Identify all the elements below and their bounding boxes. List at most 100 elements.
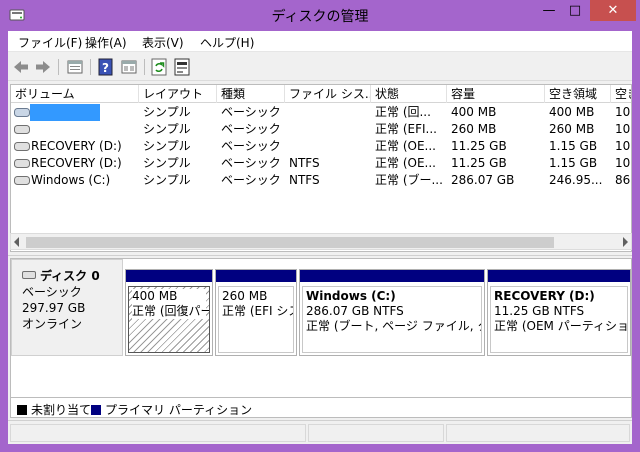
partition-efi[interactable]: 260 MB 正常 (EFI システム パーティション)	[215, 269, 297, 356]
scrollbar-thumb[interactable]	[26, 237, 554, 248]
cell-volume: RECOVERY (D:)	[31, 139, 122, 153]
cell-capacity: 400 MB	[451, 105, 497, 119]
cell-status: 正常 (OE...	[375, 156, 436, 170]
volume-icon	[14, 159, 30, 168]
toolbar-separator	[90, 59, 91, 75]
column-header-type[interactable]: 種類	[217, 85, 285, 103]
disk-state: オンライン	[22, 317, 83, 331]
forward-arrow-icon[interactable]	[34, 58, 52, 76]
partition-body: 260 MB 正常 (EFI システム パーティション)	[218, 286, 294, 353]
minimize-button[interactable]: —	[536, 0, 562, 21]
disk-0-label[interactable]: ディスク 0 ベーシック 297.97 GB オンライン	[11, 259, 123, 356]
table-row[interactable]: Windows (C:) シンプル ベーシック NTFS 正常 (ブー... 2…	[11, 172, 631, 189]
cell-filesystem: NTFS	[289, 156, 320, 170]
column-header-filesystem[interactable]: ファイル シス...	[285, 85, 371, 103]
column-header-layout[interactable]: レイアウト	[139, 85, 217, 103]
cell-capacity: 11.25 GB	[451, 139, 507, 153]
title-bar[interactable]: ディスクの管理 — □ ✕	[0, 0, 640, 31]
cell-filesystem	[285, 104, 289, 121]
cell-type: ベーシック	[221, 173, 281, 187]
table-row[interactable]: RECOVERY (D:) シンプル ベーシック 正常 (OE... 11.25…	[11, 138, 631, 155]
column-header-free-pct[interactable]: 空き	[611, 85, 631, 103]
cell-capacity: 260 MB	[451, 122, 497, 136]
status-pane	[446, 424, 630, 442]
table-row[interactable]: RECOVERY (D:) シンプル ベーシック NTFS 正常 (OE... …	[11, 155, 631, 172]
cell-type: ベーシック	[221, 156, 281, 170]
partition-status: 正常 (回復パーティション)	[132, 304, 210, 319]
partition-bar	[488, 270, 630, 282]
cell-type: ベーシック	[221, 139, 281, 153]
cell-free: 1.15 GB	[549, 156, 598, 170]
partition-recovery-d[interactable]: RECOVERY (D:) 11.25 GB NTFS 正常 (OEM パーティ…	[487, 269, 631, 356]
partition-bar	[216, 270, 296, 282]
partition-bar	[300, 270, 484, 282]
close-button[interactable]: ✕	[590, 0, 636, 21]
toolbar-separator	[58, 59, 59, 75]
disk-management-window: ディスクの管理 — □ ✕ ファイル(F) 操作(A) 表示(V) ヘルプ(H)	[0, 0, 640, 452]
cell-free: 260 MB	[549, 122, 595, 136]
primary-partition-swatch	[91, 405, 101, 415]
volume-list-header: ボリューム レイアウト 種類 ファイル シス... 状態 容量 空き領域 空き	[11, 85, 631, 103]
menu-action[interactable]: 操作(A)	[85, 34, 127, 51]
horizontal-scrollbar[interactable]	[10, 233, 632, 250]
minimize-icon: —	[542, 3, 556, 18]
cell-status: 正常 (回...	[375, 105, 431, 119]
properties-pane-icon[interactable]	[66, 58, 84, 76]
cell-capacity: 286.07 GB	[451, 173, 515, 187]
cell-type: ベーシック	[221, 122, 281, 136]
partition-windows-c[interactable]: Windows (C:) 286.07 GB NTFS 正常 (ブート, ページ…	[299, 269, 485, 356]
menu-view[interactable]: 表示(V)	[142, 34, 184, 51]
pane-splitter[interactable]	[8, 252, 632, 256]
column-header-volume[interactable]: ボリューム	[11, 85, 139, 103]
partition-status: 正常 (EFI システム パーティション)	[222, 304, 293, 318]
volume-list[interactable]: ボリューム レイアウト 種類 ファイル シス... 状態 容量 空き領域 空き …	[10, 84, 632, 252]
help-icon[interactable]: ?	[97, 58, 115, 76]
cell-layout: シンプル	[143, 122, 191, 136]
column-header-free[interactable]: 空き領域	[545, 85, 611, 103]
scroll-left-icon[interactable]	[14, 237, 19, 247]
cell-volume: Windows (C:)	[31, 173, 111, 187]
status-pane	[10, 424, 306, 442]
menu-help[interactable]: ヘルプ(H)	[200, 34, 254, 51]
disk-icon	[22, 271, 36, 279]
volume-icon	[14, 125, 30, 134]
cell-capacity: 11.25 GB	[451, 156, 507, 170]
menu-file[interactable]: ファイル(F)	[18, 34, 82, 51]
cell-free: 400 MB	[549, 105, 595, 119]
cell-type: ベーシック	[221, 105, 281, 119]
cell-filesystem: NTFS	[289, 173, 320, 187]
cell-free: 1.15 GB	[549, 139, 598, 153]
volume-icon	[14, 176, 30, 185]
scroll-right-icon[interactable]	[623, 237, 628, 247]
toolbar-separator	[144, 59, 145, 75]
selected-volume-name[interactable]	[30, 104, 100, 121]
partition-title: RECOVERY (D:)	[494, 289, 595, 303]
unallocated-swatch	[17, 405, 27, 415]
partition-size: 260 MB	[222, 289, 268, 303]
cell-volume: RECOVERY (D:)	[31, 156, 122, 170]
toolbar: ?	[8, 53, 632, 81]
status-bar	[8, 420, 632, 444]
table-row[interactable]: シンプル ベーシック 正常 (回... 400 MB 400 MB 10	[11, 104, 631, 121]
cell-filesystem	[285, 138, 289, 155]
disk-graph-pane[interactable]: ディスク 0 ベーシック 297.97 GB オンライン 400 MB 正常 (…	[10, 258, 632, 398]
volume-icon	[14, 142, 30, 151]
column-header-status[interactable]: 状態	[371, 85, 447, 103]
partition-recovery[interactable]: 400 MB 正常 (回復パーティション)	[125, 269, 213, 356]
close-icon: ✕	[607, 3, 619, 18]
partition-status: 正常 (ブート, ページ ファイル, クラッシュ ダンプ, プライマリ パーティ…	[306, 319, 481, 333]
column-header-capacity[interactable]: 容量	[447, 85, 545, 103]
back-arrow-icon[interactable]	[12, 58, 30, 76]
maximize-button[interactable]: □	[562, 0, 588, 21]
partition-size: 400 MB	[132, 289, 206, 304]
partition-size: 11.25 GB NTFS	[494, 304, 585, 318]
cell-filesystem	[285, 121, 289, 138]
cell-free-pct: 10	[615, 156, 631, 170]
table-row[interactable]: シンプル ベーシック 正常 (EFI... 260 MB 260 MB 10	[11, 121, 631, 138]
refresh-icon[interactable]	[150, 58, 168, 76]
disk-type: ベーシック	[22, 285, 82, 299]
console-view-icon[interactable]	[120, 58, 138, 76]
partition-status: 正常 (OEM パーティション)	[494, 319, 628, 333]
maximize-icon: □	[568, 3, 582, 18]
rescan-disks-icon[interactable]	[173, 58, 191, 76]
